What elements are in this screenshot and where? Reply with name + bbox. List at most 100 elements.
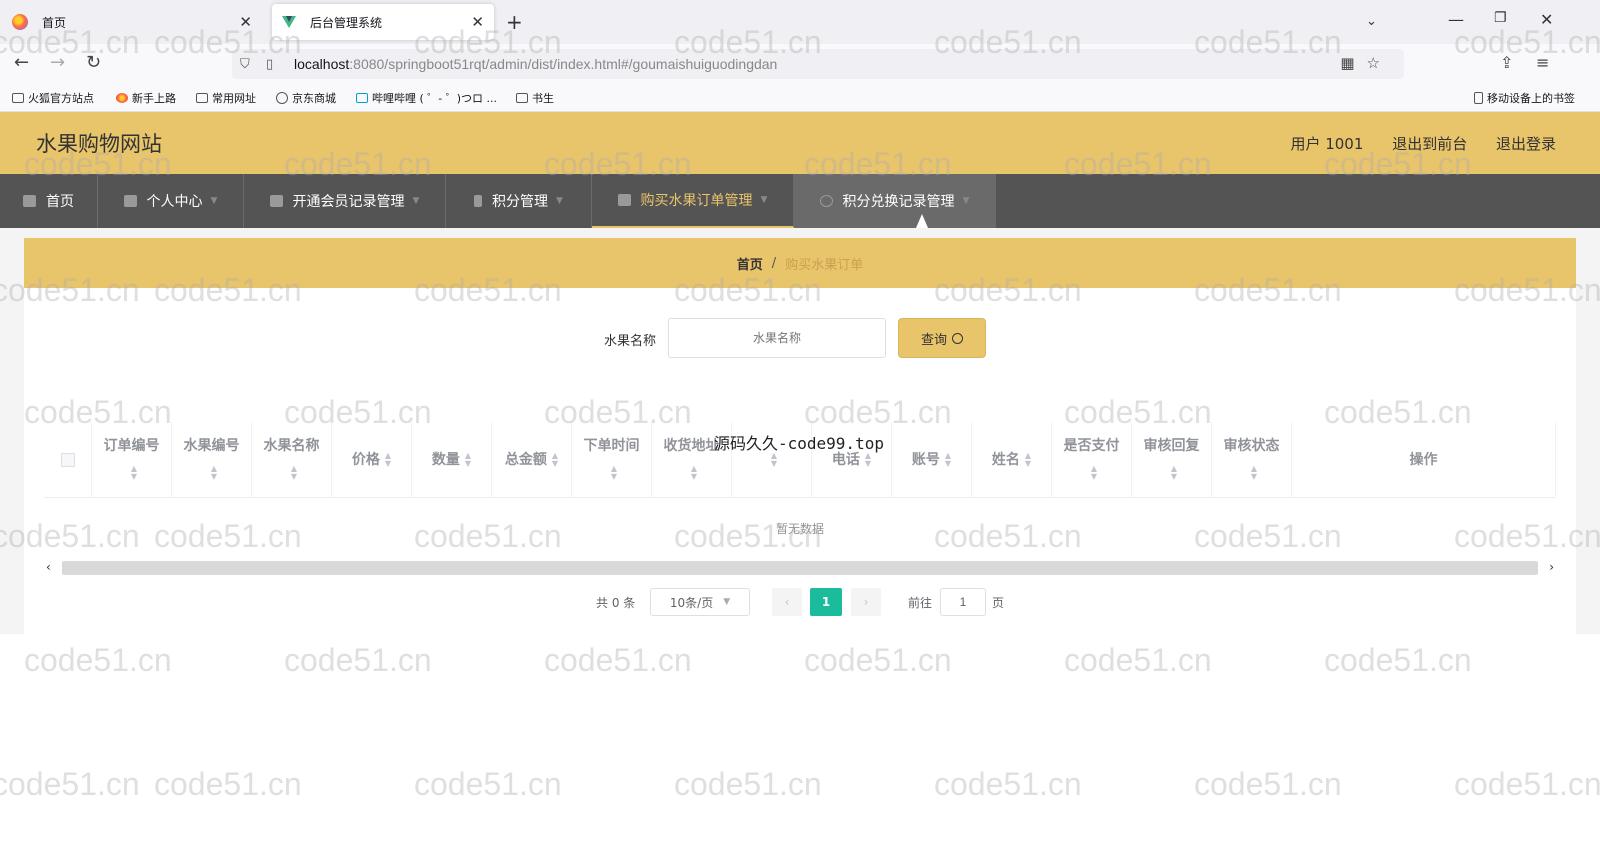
goto-page-input[interactable] <box>940 588 986 616</box>
menu-item-membership[interactable]: 开通会员记录管理 ▼ <box>244 174 446 228</box>
column-header[interactable]: 审核状态 ▲ ▼ <box>1212 422 1292 498</box>
breadcrumb-home[interactable]: 首页 <box>737 254 763 273</box>
current-user: 用户 1001 <box>1290 135 1364 153</box>
back-icon[interactable]: ← <box>14 52 29 73</box>
page-icon[interactable]: ▯ <box>266 57 284 72</box>
bookmark-label: 移动设备上的书签 <box>1487 92 1575 105</box>
bookmark-item[interactable]: 新手上路 <box>116 90 176 106</box>
bilibili-icon <box>356 93 368 103</box>
scroll-left-icon[interactable]: ‹ <box>46 560 51 574</box>
new-tab-icon[interactable]: + <box>506 10 523 34</box>
menu-item-label: 首页 <box>46 194 74 210</box>
sort-icon[interactable]: ▲ ▼ <box>131 465 137 481</box>
page-number-button[interactable]: 1 <box>810 588 842 616</box>
search-button[interactable]: 查询 <box>898 318 986 358</box>
sort-icon[interactable]: ▲ ▼ <box>291 465 297 481</box>
browser-tab-admin[interactable]: 后台管理系统 ✕ <box>272 4 494 40</box>
url-actions: ▦☆ <box>1340 54 1392 72</box>
select-all-cell <box>44 422 92 498</box>
pagination-total: 共 0 条 <box>596 595 636 610</box>
qr-code-icon[interactable]: ▦ <box>1340 54 1366 72</box>
watermark: code51.cn <box>414 766 562 802</box>
sort-icon[interactable]: ▲ ▼ <box>611 465 617 481</box>
sort-icon[interactable]: ▲ ▼ <box>945 451 951 468</box>
menu-item-fruit-orders[interactable]: 购买水果订单管理 ▼ <box>592 174 794 228</box>
bookmark-item[interactable]: 书生 <box>516 90 554 106</box>
extensions-icon[interactable]: ⇪ <box>1500 53 1513 72</box>
column-header[interactable]: 姓名 ▲ ▼ <box>972 422 1052 498</box>
url-text[interactable]: localhost:8080/springboot51rqt/admin/dis… <box>294 56 777 72</box>
column-header[interactable]: 下单时间 ▲ ▼ <box>572 422 652 498</box>
bookmark-item[interactable]: 常用网址 <box>196 90 256 106</box>
bookmark-label: 常用网址 <box>212 92 256 105</box>
points-icon <box>474 195 483 207</box>
reload-icon[interactable]: ↻ <box>86 52 101 73</box>
sort-icon[interactable]: ▲ ▼ <box>1251 465 1257 481</box>
logout-link[interactable]: 退出登录 <box>1496 135 1556 153</box>
column-header[interactable]: 水果名称 ▲ ▼ <box>252 422 332 498</box>
shield-icon[interactable]: ⛉ <box>240 57 258 72</box>
watermark: code51.cn <box>24 642 172 678</box>
bookmark-item[interactable]: 移动设备上的书签 <box>1474 90 1575 106</box>
menu-icon[interactable]: ≡ <box>1536 53 1549 72</box>
prev-page-button[interactable]: ‹ <box>772 588 802 616</box>
forward-icon[interactable]: → <box>50 52 65 73</box>
column-label: 价格 <box>351 451 380 468</box>
column-header[interactable]: 水果编号 ▲ ▼ <box>172 422 252 498</box>
select-all-checkbox[interactable] <box>60 453 75 467</box>
sort-icon[interactable]: ▲ ▼ <box>211 465 217 481</box>
fruit-name-search-input[interactable] <box>668 318 886 358</box>
tab-list-icon[interactable]: ⌄ <box>1366 14 1377 29</box>
bookmark-star-icon[interactable]: ☆ <box>1367 54 1392 72</box>
browser-tab-home[interactable]: 首页 ✕ <box>0 4 262 40</box>
menu-item-label: 个人中心 <box>146 194 203 210</box>
sort-icon[interactable]: ▲ ▼ <box>552 451 558 468</box>
menu-item-points[interactable]: 积分管理 ▼ <box>446 174 592 228</box>
watermark: code51.cn <box>934 766 1082 802</box>
firefox-icon <box>116 93 128 103</box>
close-icon[interactable]: ✕ <box>239 13 252 31</box>
to-front-link[interactable]: 退出到前台 <box>1392 135 1467 153</box>
bookmark-item[interactable]: 京东商城 <box>276 90 336 106</box>
column-header[interactable]: 审核回复 ▲ ▼ <box>1132 422 1212 498</box>
column-label: 审核回复 <box>1143 438 1200 454</box>
app-title: 水果购物网站 <box>36 132 162 156</box>
restore-icon[interactable]: ❐ <box>1494 10 1507 26</box>
column-header[interactable]: 总金额 ▲ ▼ <box>492 422 572 498</box>
column-header[interactable]: 是否支付 ▲ ▼ <box>1052 422 1132 498</box>
watermark: code51.cn <box>154 766 302 802</box>
bookmark-item[interactable]: 火狐官方站点 <box>12 90 94 106</box>
minimize-icon[interactable]: — <box>1448 10 1464 29</box>
column-header[interactable]: 账号 ▲ ▼ <box>892 422 972 498</box>
empty-state: 暂无数据 <box>775 522 824 536</box>
menu-item-label: 开通会员记录管理 <box>292 194 405 210</box>
chevron-down-icon: ▼ <box>723 597 731 607</box>
column-header[interactable]: 价格 ▲ ▼ <box>332 422 412 498</box>
scrollbar-thumb[interactable] <box>62 561 1538 575</box>
column-header[interactable]: 订单编号 ▲ ▼ <box>92 422 172 498</box>
close-icon[interactable]: ✕ <box>471 13 484 31</box>
sort-icon[interactable]: ▲ ▼ <box>1171 465 1177 481</box>
sort-icon[interactable]: ▲ ▼ <box>1091 465 1097 481</box>
sort-icon[interactable]: ▲ ▼ <box>465 451 471 468</box>
bookmark-item[interactable]: 哔哩哔哩 ( ゜- ゜)つロ ... <box>356 90 497 106</box>
window-close-icon[interactable]: ✕ <box>1540 10 1553 29</box>
folder-icon <box>196 93 208 103</box>
menu-item-home[interactable]: 首页 <box>0 174 98 228</box>
chevron-down-icon: ▼ <box>412 196 420 206</box>
column-header[interactable]: 数量 ▲ ▼ <box>412 422 492 498</box>
sort-icon[interactable]: ▲ ▼ <box>385 451 391 468</box>
next-page-button[interactable]: › <box>851 588 881 616</box>
sort-icon[interactable]: ▲ ▼ <box>691 465 697 481</box>
menu-item-profile[interactable]: 个人中心 ▼ <box>98 174 244 228</box>
mobile-icon <box>1474 92 1483 104</box>
horizontal-scrollbar[interactable]: ‹ › <box>44 560 1556 575</box>
url-bar[interactable]: ⛉ ▯ localhost:8080/springboot51rqt/admin… <box>232 49 1404 79</box>
column-label: 收货地址 <box>663 438 720 454</box>
menu-item-points-exchange[interactable]: 积分兑换记录管理 ▼ <box>794 174 996 228</box>
main-menu: 首页 个人中心 ▼ 开通会员记录管理 ▼ 积分管理 ▼ 购买水果订单管理 ▼ 积分兑换记… <box>0 174 1600 228</box>
scroll-right-icon[interactable]: › <box>1549 560 1554 574</box>
column-label: 订单编号 <box>103 438 160 454</box>
page-size-select[interactable]: 10条/页 ▼ <box>650 588 750 616</box>
sort-icon[interactable]: ▲ ▼ <box>1025 451 1031 468</box>
